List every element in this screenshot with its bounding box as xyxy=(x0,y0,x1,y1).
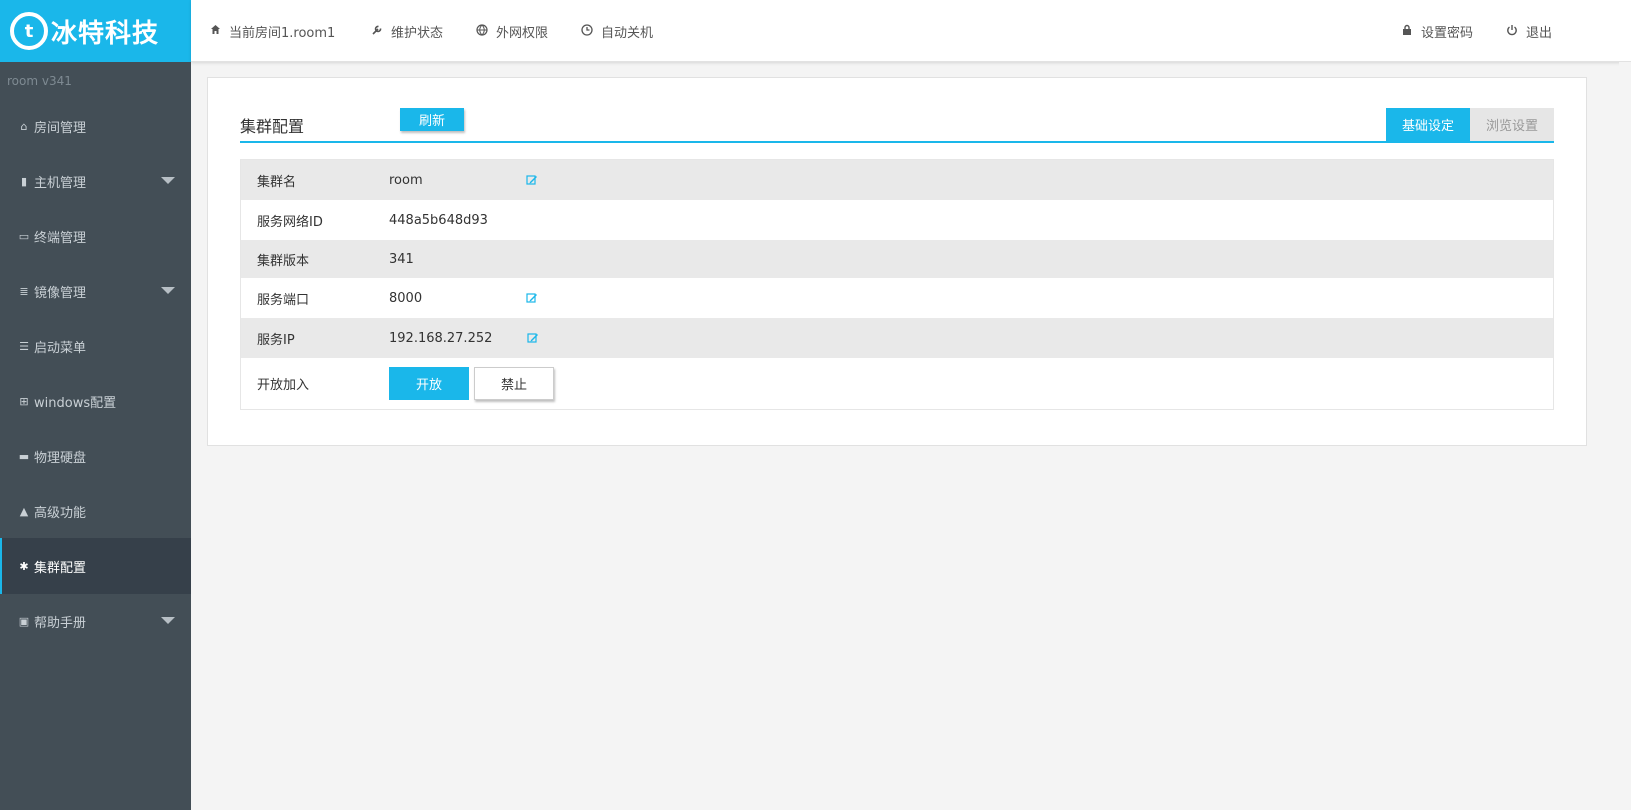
table-row: 开放加入 开放 禁止 xyxy=(241,358,1553,409)
server-icon: ▮ xyxy=(20,174,28,188)
sidebar-item-label: 房间管理 xyxy=(34,120,87,136)
sidebar-item-rooms[interactable]: ⌂ 房间管理 xyxy=(0,98,191,154)
warning-icon: ▲ xyxy=(19,504,29,518)
brand-logo: t 冰特科技 xyxy=(0,0,191,62)
sidebar-item-images[interactable]: ≣ 镜像管理 xyxy=(0,263,191,319)
deny-join-button[interactable]: 禁止 xyxy=(474,367,554,400)
monitor-icon: ▭ xyxy=(18,229,30,243)
brand-name: 冰特科技 xyxy=(51,18,160,49)
table-row: 集群名 room xyxy=(241,160,1553,200)
open-join-button[interactable]: 开放 xyxy=(389,367,469,400)
sidebar: room v341 ⌂ 房间管理 ▮ 主机管理 ▭ 终端管理 ≣ 镜像管理 ☰ … xyxy=(0,62,191,810)
refresh-button[interactable]: 刷新 xyxy=(400,108,464,131)
caret-down-icon xyxy=(161,287,175,294)
gear-icon: ✱ xyxy=(19,559,29,573)
sidebar-item-label: 启动菜单 xyxy=(34,340,87,356)
clock-icon xyxy=(581,23,593,39)
sidebar-item-boot-menu[interactable]: ☰ 启动菜单 xyxy=(0,318,191,374)
book-icon: ▣ xyxy=(18,614,30,628)
nav-internet-label: 外网权限 xyxy=(496,25,549,41)
power-icon xyxy=(1506,24,1518,39)
sidebar-item-cluster[interactable]: ✱ 集群配置 xyxy=(0,538,191,594)
sidebar-item-advanced[interactable]: ▲ 高级功能 xyxy=(0,483,191,539)
row-value: 448a5b648d93 xyxy=(389,212,488,228)
row-label: 集群版本 xyxy=(257,253,310,269)
nav-logout-label: 退出 xyxy=(1526,25,1553,41)
logo-badge-icon: t xyxy=(10,12,48,50)
nav-set-password[interactable]: 设置密码 xyxy=(1401,0,1473,62)
nav-logout[interactable]: 退出 xyxy=(1506,0,1552,62)
sidebar-item-terminals[interactable]: ▭ 终端管理 xyxy=(0,208,191,264)
nav-auto-shutdown-label: 自动关机 xyxy=(601,25,654,41)
sidebar-item-label: 物理硬盘 xyxy=(34,450,87,466)
sidebar-item-help[interactable]: ▣ 帮助手册 xyxy=(0,593,191,649)
globe-icon xyxy=(476,23,488,39)
list-icon: ☰ xyxy=(19,339,29,353)
row-label: 开放加入 xyxy=(257,378,310,393)
home-icon xyxy=(209,24,221,38)
sidebar-item-label: 高级功能 xyxy=(34,505,87,521)
table-row: 服务IP 192.168.27.252 xyxy=(241,318,1553,358)
sidebar-item-physical-disk[interactable]: ▬ 物理硬盘 xyxy=(0,428,191,484)
hdd-icon: ▬ xyxy=(18,449,30,463)
caret-down-icon xyxy=(161,177,175,184)
nav-maintenance[interactable]: 维护状态 xyxy=(371,0,443,62)
sidebar-item-label: 终端管理 xyxy=(34,230,87,246)
edit-icon[interactable] xyxy=(526,292,538,304)
page-title: 集群配置 xyxy=(240,117,305,136)
nav-auto-shutdown[interactable]: 自动关机 xyxy=(581,0,653,62)
row-label: 集群名 xyxy=(257,174,297,190)
scrollbar[interactable] xyxy=(1619,62,1631,810)
edit-icon[interactable] xyxy=(527,332,539,344)
row-value: room xyxy=(389,172,423,188)
sidebar-item-hosts[interactable]: ▮ 主机管理 xyxy=(0,153,191,209)
table-row: 服务网络ID 448a5b648d93 xyxy=(241,200,1553,240)
windows-icon: ⊞ xyxy=(19,394,29,408)
nav-set-password-label: 设置密码 xyxy=(1421,25,1474,41)
row-value: 341 xyxy=(389,251,414,267)
row-label: 服务IP xyxy=(257,332,295,348)
home-icon: ⌂ xyxy=(20,119,28,133)
tab-basic-settings[interactable]: 基础设定 xyxy=(1386,108,1470,141)
sidebar-item-label: 集群配置 xyxy=(34,560,87,576)
caret-down-icon xyxy=(161,617,175,624)
table-row: 服务端口 8000 xyxy=(241,278,1553,318)
row-label: 服务端口 xyxy=(257,292,310,308)
edit-icon[interactable] xyxy=(526,174,538,186)
top-navbar: 当前房间1.room1 维护状态 外网权限 自动关机 设置密码 退出 xyxy=(191,0,1631,62)
table-row: 集群版本 341 xyxy=(241,240,1553,278)
cluster-config-panel: 集群配置 刷新 基础设定 浏览设置 集群名 room 服务网络ID 448a5b… xyxy=(207,77,1587,446)
wrench-icon xyxy=(371,24,383,39)
tab-browse-settings[interactable]: 浏览设置 xyxy=(1470,108,1554,141)
sidebar-item-windows[interactable]: ⊞ windows配置 xyxy=(0,373,191,429)
sidebar-item-label: 镜像管理 xyxy=(34,285,87,301)
cluster-info-table: 集群名 room 服务网络ID 448a5b648d93 集群版本 341 服务… xyxy=(240,159,1554,410)
row-value: 192.168.27.252 xyxy=(389,330,493,346)
row-label: 服务网络ID xyxy=(257,214,323,230)
lock-icon xyxy=(1401,24,1413,39)
row-value: 8000 xyxy=(389,290,423,306)
sidebar-item-label: 帮助手册 xyxy=(34,615,87,631)
database-icon: ≣ xyxy=(19,284,29,298)
version-label: room v341 xyxy=(7,74,72,88)
nav-internet[interactable]: 外网权限 xyxy=(476,0,548,62)
nav-current-room[interactable]: 当前房间1.room1 xyxy=(209,0,335,62)
nav-current-room-label: 当前房间1.room1 xyxy=(229,25,336,41)
sidebar-item-label: windows配置 xyxy=(34,395,117,411)
panel-header: 集群配置 刷新 基础设定 浏览设置 xyxy=(240,108,1554,143)
sidebar-item-label: 主机管理 xyxy=(34,175,87,191)
nav-maintenance-label: 维护状态 xyxy=(391,25,444,41)
